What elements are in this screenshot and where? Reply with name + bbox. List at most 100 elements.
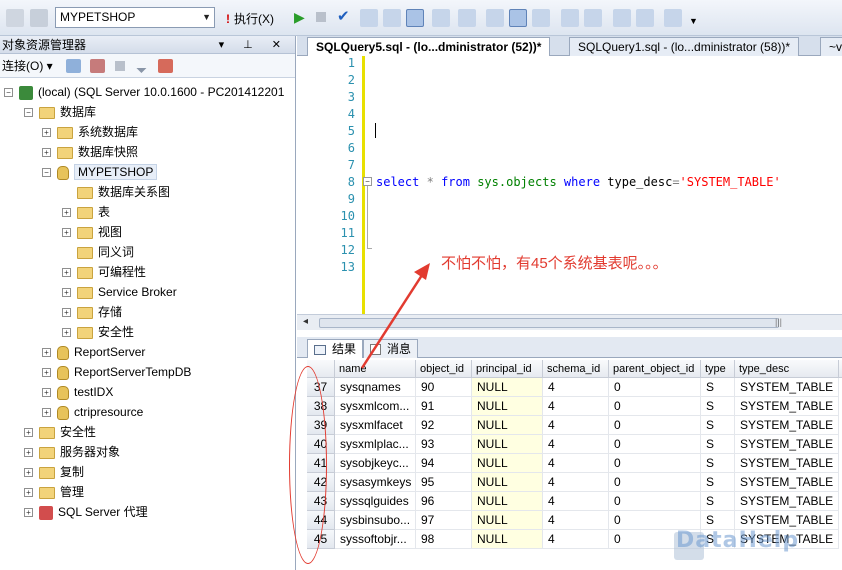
grid-cell[interactable]: NULL [472,454,543,473]
tree-node[interactable]: + ctripresource [42,402,143,422]
code-line-select[interactable]: select * from sys.objects where type_des… [376,174,781,191]
results-to-grid-icon[interactable] [406,9,424,27]
grid-cell[interactable]: 91 [416,397,472,416]
column-header[interactable]: type_desc [735,360,839,378]
results-to-file-icon[interactable] [458,9,476,27]
toolbar-overflow-icon[interactable]: ▼ [689,16,698,26]
tree-node[interactable]: + 安全性 [24,422,96,442]
grid-cell[interactable]: S [701,454,735,473]
expand-icon[interactable]: + [24,468,33,478]
grid-cell[interactable]: 93 [416,435,472,454]
expand-icon[interactable]: + [62,208,71,218]
grid-cell[interactable]: 0 [609,435,701,454]
grid-cell[interactable]: SYSTEM_TABLE [735,473,839,492]
scroll-left-icon[interactable]: ◂ [303,316,308,327]
grid-cell[interactable]: SYSTEM_TABLE [735,378,839,397]
grid-cell[interactable]: SYSTEM_TABLE [735,416,839,435]
tree-node[interactable]: + 存储 [62,302,122,322]
grid-cell[interactable]: NULL [472,530,543,549]
grid-cell[interactable]: 92 [416,416,472,435]
change-connection-icon[interactable] [30,9,48,27]
tab-messages[interactable]: 消息 [363,339,419,358]
scrollbar-thumb[interactable] [319,318,779,328]
collapse-icon[interactable]: − [4,88,13,98]
tree-node[interactable]: + 安全性 [62,322,134,342]
tree-node[interactable]: + Service Broker [62,282,177,302]
grid-cell[interactable]: S [701,416,735,435]
grid-cell[interactable]: 0 [609,397,701,416]
grid-cell[interactable]: 0 [609,492,701,511]
actual-plan-icon[interactable] [486,9,504,27]
tree-node[interactable]: 同义词 [62,242,134,262]
expand-icon[interactable]: + [42,148,51,158]
grid-cell[interactable]: sysxmlfacet [335,416,416,435]
grid-cell[interactable]: sysxmlplac... [335,435,416,454]
grid-cell[interactable]: 4 [543,530,609,549]
column-header[interactable]: schema_id [543,360,609,378]
tab-results[interactable]: 结果 [307,339,364,358]
grid-cell[interactable]: NULL [472,511,543,530]
parse-check-icon[interactable]: ✔ [337,7,350,25]
grid-cell[interactable]: sysqnames [335,378,416,397]
grid-cell[interactable]: 0 [609,416,701,435]
grid-cell[interactable]: NULL [472,397,543,416]
tree-node[interactable]: + testIDX [42,382,113,402]
comment-icon[interactable] [561,9,579,27]
expand-icon[interactable]: + [24,428,33,438]
specify-values-icon[interactable] [664,9,682,27]
collapse-icon[interactable]: − [24,108,33,118]
grid-cell[interactable]: sysxmlcom... [335,397,416,416]
grid-cell[interactable]: sysasymkeys [335,473,416,492]
tree-node[interactable]: + 管理 [24,482,84,502]
grid-cell[interactable]: 0 [609,473,701,492]
tree-node[interactable]: + 系统数据库 [42,122,138,142]
panel-controls[interactable]: ▾ ⊥ ✕ [219,36,289,54]
grid-cell[interactable]: syssoftobjr... [335,530,416,549]
expand-icon[interactable]: + [62,228,71,238]
client-statistics-icon[interactable] [509,9,527,27]
grid-cell[interactable]: NULL [472,435,543,454]
tree-node[interactable]: − (local) (SQL Server 10.0.1600 - PC20141… [4,82,284,102]
debug-run-icon[interactable]: ▶ [294,9,305,26]
query-designer-icon[interactable] [383,9,401,27]
grid-cell[interactable]: 4 [543,378,609,397]
tree-node[interactable]: + SQL Server 代理 [24,502,148,522]
column-header[interactable]: parent_object_id [609,360,701,378]
grid-cell[interactable]: 4 [543,435,609,454]
grid-cell[interactable]: 97 [416,511,472,530]
grid-cell[interactable]: 0 [609,378,701,397]
column-header[interactable]: type [701,360,735,378]
grid-cell[interactable]: 4 [543,511,609,530]
increase-indent-icon[interactable] [636,9,654,27]
collapse-icon[interactable]: − [42,168,51,178]
expand-icon[interactable]: + [24,448,33,458]
grid-cell[interactable]: NULL [472,473,543,492]
expand-icon[interactable]: + [24,488,33,498]
tree-node[interactable]: + 表 [62,202,110,222]
disconnect-icon[interactable] [90,59,105,73]
tree-node[interactable]: + 数据库快照 [42,142,138,162]
grid-cell[interactable]: S [701,435,735,454]
grid-cell[interactable]: S [701,492,735,511]
sqlcmd-mode-icon[interactable] [532,9,550,27]
refresh-icon[interactable] [158,59,173,73]
grid-cell[interactable]: sysbinsubo... [335,511,416,530]
grid-cell[interactable]: NULL [472,378,543,397]
grid-cell[interactable]: 4 [543,416,609,435]
tree-node[interactable]: 数据库关系图 [62,182,170,202]
expand-icon[interactable]: + [42,368,51,378]
decrease-indent-icon[interactable] [613,9,631,27]
expand-icon[interactable]: + [42,408,51,418]
filter-icon[interactable]: ⏷ [136,58,147,82]
tab-more[interactable]: ~v [820,37,842,56]
tree-node[interactable]: + ReportServerTempDB [42,362,191,382]
grid-cell[interactable]: SYSTEM_TABLE [735,397,839,416]
expand-icon[interactable]: + [62,288,71,298]
tree-node[interactable]: − 数据库 [24,102,96,122]
expand-icon[interactable]: + [42,388,51,398]
query-editor[interactable]: 1 2 3 4 5 6 7 8 9 10 11 12 13 − select * from sys.ob… [297,56,842,314]
tree-node[interactable]: − MYPETSHOP [42,162,158,182]
tree-node[interactable]: + 复制 [24,462,84,482]
stop-icon[interactable] [115,61,125,71]
stop-icon[interactable] [316,12,326,22]
